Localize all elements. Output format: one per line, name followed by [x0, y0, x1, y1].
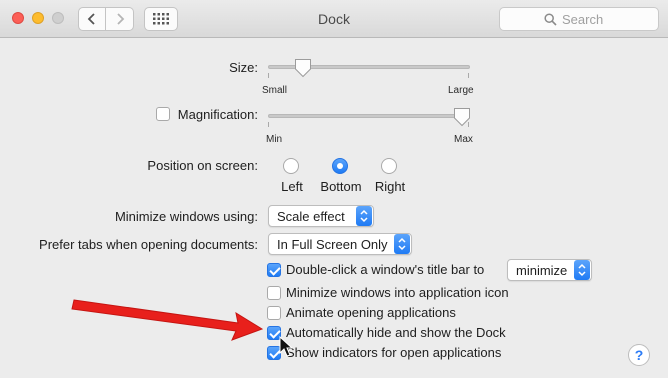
search-field[interactable]	[499, 7, 659, 31]
magnification-label[interactable]: Magnification:	[178, 107, 258, 122]
chevron-updown-icon	[574, 260, 590, 280]
title-bar: Dock	[0, 0, 668, 38]
minimize-effect-value: Scale effect	[277, 208, 345, 224]
position-right-radio[interactable]	[381, 158, 397, 174]
search-icon	[544, 12, 557, 26]
size-max-label: Large	[448, 85, 474, 96]
help-button[interactable]: ?	[628, 344, 650, 366]
prefer-tabs-label: Prefer tabs when opening documents:	[39, 237, 258, 252]
show-indicators-checkbox[interactable]	[267, 346, 281, 360]
position-left-label[interactable]: Left	[272, 179, 312, 194]
autohide-dock-label[interactable]: Automatically hide and show the Dock	[286, 325, 506, 340]
magnification-min-label: Min	[266, 134, 283, 145]
double-click-titlebar-checkbox[interactable]	[267, 263, 281, 277]
autohide-dock-checkbox[interactable]	[267, 326, 281, 340]
chevron-updown-icon	[394, 234, 410, 254]
position-right-label[interactable]: Right	[369, 179, 411, 194]
position-label: Position on screen:	[147, 158, 258, 173]
size-tick	[268, 73, 269, 78]
search-input[interactable]	[562, 11, 614, 27]
position-bottom-label[interactable]: Bottom	[315, 179, 367, 194]
minimize-effect-label: Minimize windows using:	[114, 209, 258, 224]
annotation-arrow-icon	[71, 299, 264, 341]
size-label: Size:	[229, 60, 258, 75]
animate-opening-checkbox[interactable]	[267, 306, 281, 320]
magnification-slider-track[interactable]	[268, 114, 470, 118]
magnification-tick	[268, 122, 269, 127]
size-min-label: Small	[262, 85, 288, 96]
magnification-slider-thumb[interactable]	[453, 107, 471, 127]
show-indicators-label[interactable]: Show indicators for open applications	[286, 345, 501, 360]
chevron-updown-icon	[356, 206, 372, 226]
prefer-tabs-popup[interactable]: In Full Screen Only	[268, 233, 412, 255]
magnification-max-label: Max	[454, 134, 473, 145]
double-click-action-popup[interactable]: minimize	[507, 259, 592, 281]
minimize-into-icon-checkbox[interactable]	[267, 286, 281, 300]
double-click-action-value: minimize	[516, 262, 568, 278]
position-bottom-radio[interactable]	[332, 158, 348, 174]
double-click-titlebar-label[interactable]: Double-click a window's title bar to	[286, 262, 484, 277]
size-tick	[468, 73, 469, 78]
minimize-effect-popup[interactable]: Scale effect	[268, 205, 374, 227]
help-icon: ?	[634, 347, 644, 363]
prefer-tabs-value: In Full Screen Only	[277, 236, 388, 252]
minimize-into-icon-label[interactable]: Minimize windows into application icon	[286, 285, 509, 300]
magnification-checkbox[interactable]	[156, 107, 170, 121]
position-left-radio[interactable]	[283, 158, 299, 174]
size-slider-thumb[interactable]	[294, 58, 312, 78]
animate-opening-label[interactable]: Animate opening applications	[286, 305, 456, 320]
